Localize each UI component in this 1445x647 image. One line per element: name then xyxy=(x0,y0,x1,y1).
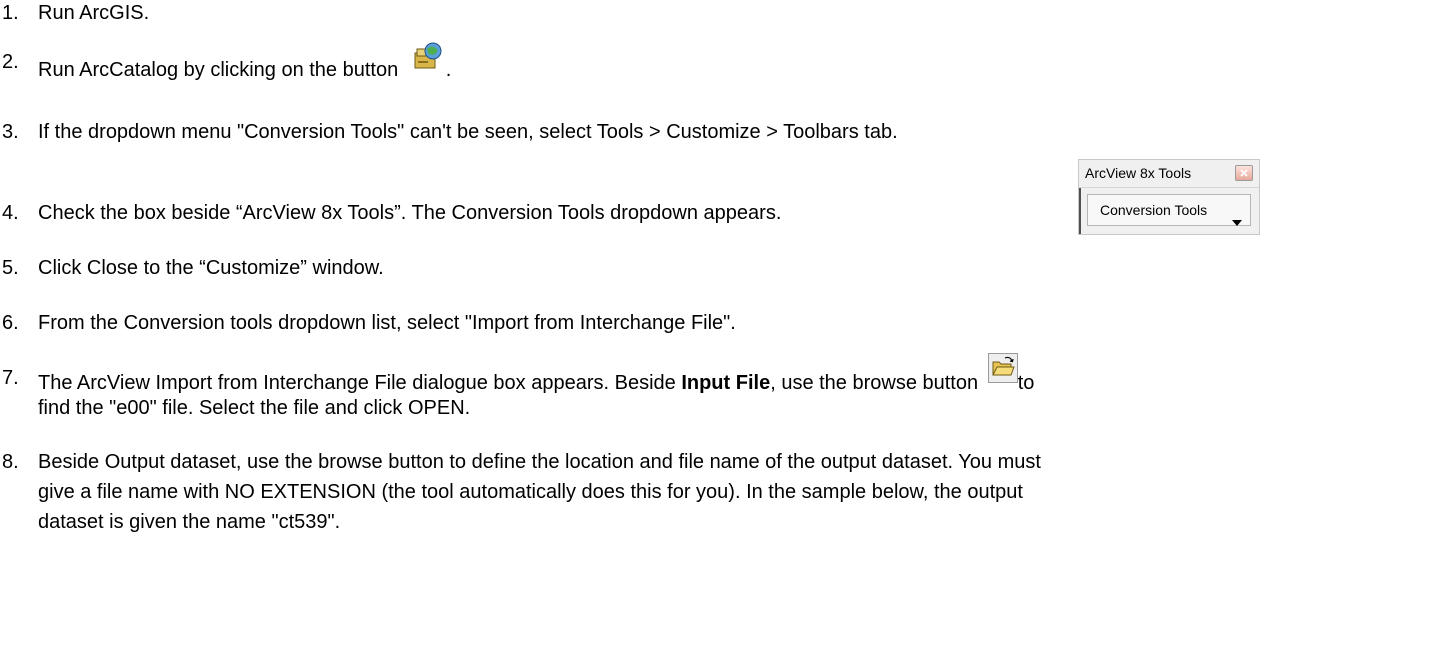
step-text-part: The ArcView Import from Interchange File… xyxy=(38,371,682,394)
step-text-part: to xyxy=(1017,371,1035,394)
step-text-after: . xyxy=(445,58,452,81)
step-text: Check the box beside “ArcView 8x Tools”.… xyxy=(38,202,782,224)
step-text-line2: give a file name with NO EXTENSION (the … xyxy=(38,481,1023,503)
step-text: Click Close to the “Customize” window. xyxy=(38,257,384,279)
toolbar-divider xyxy=(1079,187,1259,188)
arccatalog-icon[interactable] xyxy=(410,39,446,82)
input-file-label: Input File xyxy=(681,371,771,394)
open-folder-icon[interactable] xyxy=(987,353,1018,390)
step-text: If the dropdown menu "Conversion Tools" … xyxy=(38,121,898,143)
step-number: 2. xyxy=(2,51,19,73)
step-number: 5. xyxy=(2,257,19,279)
step-text: Run ArcCatalog by clicking on the button… xyxy=(38,42,1438,92)
step-number: 4. xyxy=(2,202,19,224)
step-number: 1. xyxy=(2,2,19,24)
step-text-before: Run ArcCatalog by clicking on the button xyxy=(38,58,399,81)
step-number: 6. xyxy=(2,312,19,334)
step-text: Run ArcGIS. xyxy=(38,2,150,24)
close-icon[interactable] xyxy=(1235,165,1253,181)
step-text: From the Conversion tools dropdown list,… xyxy=(38,312,736,334)
step-text-line3: dataset is given the name "ct539". xyxy=(38,511,341,533)
step-text-part: , use the browse button xyxy=(770,371,979,394)
step-text-line2: find the "e00" file. Select the file and… xyxy=(38,397,471,419)
step-text-line1: Beside Output dataset, use the browse bu… xyxy=(38,451,1041,473)
step-number: 3. xyxy=(2,121,19,143)
toolbar-title: ArcView 8x Tools xyxy=(1085,165,1192,181)
step-number: 7. xyxy=(2,367,19,389)
step-number: 8. xyxy=(2,451,19,473)
